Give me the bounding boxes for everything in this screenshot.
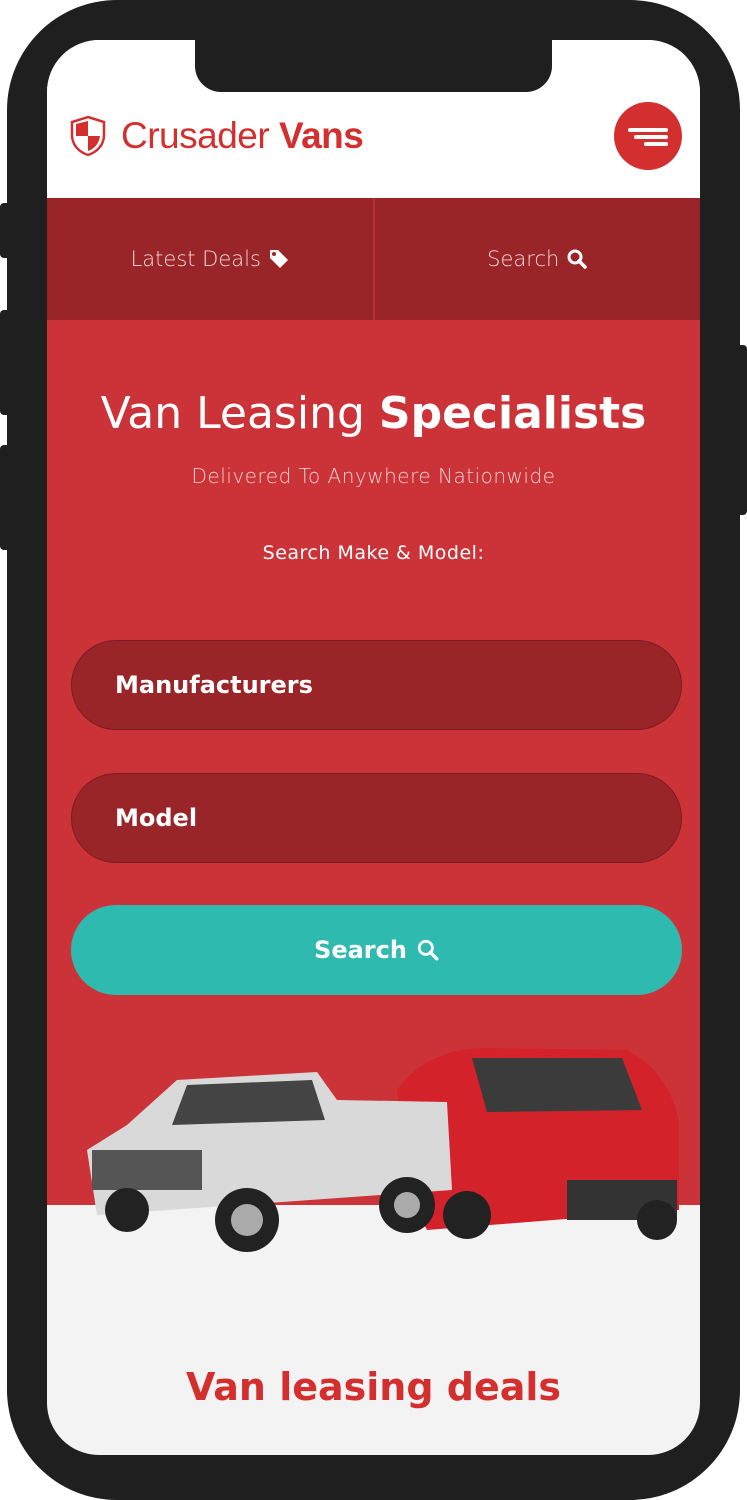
- model-select[interactable]: Model: [71, 773, 682, 863]
- hero-subtitle: Delivered To Anywhere Nationwide: [191, 464, 556, 488]
- nav-search[interactable]: Search: [375, 198, 701, 320]
- search-icon: [567, 249, 588, 269]
- brand-name: Crusader Vans: [121, 115, 364, 156]
- screen: Crusader Vans Latest Deals Search Van Le…: [47, 40, 700, 1455]
- side-button: [0, 203, 10, 258]
- deals-section-title: Van leasing deals: [185, 1365, 562, 1409]
- hero-title: Van Leasing Specialists: [100, 388, 647, 439]
- top-nav: Latest Deals Search: [47, 198, 700, 320]
- vehicles-image: [87, 1048, 679, 1252]
- nav-latest-deals[interactable]: Latest Deals: [47, 198, 375, 320]
- search-label: Search Make & Model:: [262, 542, 485, 564]
- menu-icon: [628, 128, 668, 132]
- notch: [195, 40, 552, 92]
- manufacturer-select[interactable]: Manufacturers: [71, 640, 682, 730]
- logo[interactable]: Crusader Vans: [69, 115, 364, 157]
- tag-icon: [269, 250, 288, 268]
- menu-icon-line: [634, 135, 668, 139]
- search-button-label: Search: [314, 936, 407, 964]
- menu-button[interactable]: [614, 102, 682, 170]
- nav-label: Search: [487, 247, 560, 271]
- power-button: [737, 345, 747, 515]
- volume-up-button: [0, 310, 10, 415]
- menu-icon-line: [644, 142, 668, 146]
- volume-down-button: [0, 445, 10, 550]
- search-icon: [417, 939, 439, 961]
- search-button[interactable]: Search: [71, 905, 682, 995]
- nav-label: Latest Deals: [130, 247, 261, 271]
- shield-icon: [70, 115, 106, 157]
- white-pickup-image: [87, 1072, 452, 1252]
